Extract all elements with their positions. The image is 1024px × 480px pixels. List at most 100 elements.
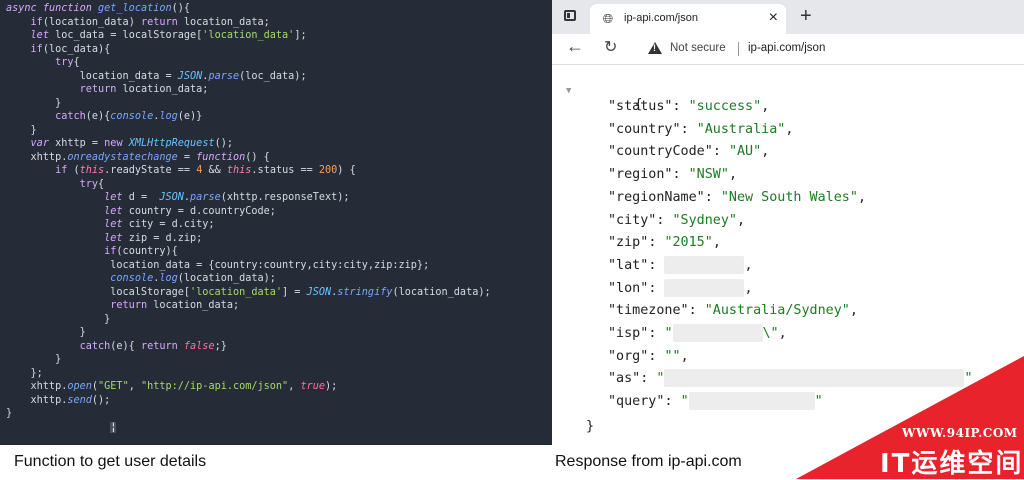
- code-token: catch: [55, 111, 86, 122]
- json-key: "city": [608, 212, 657, 228]
- code-token: true: [300, 381, 326, 392]
- code-line: var xhttp = new XMLHttpRequest();: [6, 137, 552, 151]
- code-line: xhttp.onreadystatechange = function() {: [6, 151, 552, 165]
- code-line: let loc_data = localStorage['location_da…: [6, 29, 552, 43]
- code-token: open: [67, 381, 92, 392]
- json-entry: "isp": " \",: [608, 324, 787, 342]
- browser-tab[interactable]: 🌐︎ ip-api.com/json ×: [590, 4, 786, 34]
- globe-icon: 🌐︎: [602, 11, 614, 26]
- json-key: "countryCode": [608, 144, 713, 160]
- code-token: let: [30, 30, 56, 41]
- close-tab-icon[interactable]: ×: [769, 9, 778, 27]
- code-token: 200: [318, 165, 338, 176]
- json-key: "status": [608, 99, 673, 114]
- code-token: console: [110, 273, 154, 284]
- code-token: get_location: [98, 3, 172, 14]
- code-token: }: [6, 354, 62, 365]
- code-editor-panel: async function get_location(){ if (locati…: [0, 0, 552, 445]
- warning-icon[interactable]: [648, 42, 662, 54]
- not-secure-label[interactable]: Not secure: [670, 42, 726, 54]
- json-key: "org": [608, 348, 649, 364]
- code-line: if(country){: [6, 245, 552, 259]
- code-line: return location_data;: [6, 83, 552, 97]
- redacted-value: [664, 255, 745, 274]
- watermark-url: WWW.94IP.COM: [902, 426, 1018, 440]
- code-token: }: [6, 124, 37, 136]
- code-line: localStorage['location_data'] = JSON.str…: [6, 286, 552, 300]
- json-value: "AU": [728, 144, 762, 160]
- code-line: console.log(location_data);: [6, 272, 552, 286]
- code-token: {: [98, 178, 105, 190]
- code-token: &&: [202, 165, 227, 176]
- code-token: (location_data);: [177, 273, 276, 284]
- code-token: xhttp.: [6, 394, 68, 406]
- json-entry: "org": "",: [608, 348, 689, 364]
- json-value: "Sydney": [672, 212, 738, 228]
- code-token: ] =: [282, 286, 307, 298]
- code-token: catch: [79, 340, 111, 352]
- address-divider: [738, 42, 739, 56]
- code-token: log: [159, 273, 178, 284]
- tab-bar: 🌐︎ ip-api.com/json × +: [552, 0, 1024, 34]
- code-token: location_data;: [183, 16, 270, 28]
- url-text[interactable]: ip-api.com/json: [748, 42, 825, 54]
- json-entry: "query": " ": [608, 392, 823, 411]
- code-line: async function get_location(){: [6, 2, 552, 16]
- code-token: (loc_data){: [42, 43, 111, 55]
- code-token: d =: [128, 192, 160, 203]
- code-token: ();: [91, 394, 111, 406]
- address-bar[interactable]: Not secure ip-api.com/json: [648, 38, 1018, 60]
- code-line: }: [6, 97, 552, 111]
- code-token: country = d.countryCode;: [128, 205, 276, 217]
- code-token: xhttp.: [6, 151, 68, 163]
- json-comma: ,: [761, 144, 770, 160]
- code-token: );: [325, 381, 338, 392]
- back-button[interactable]: ←: [566, 36, 584, 57]
- code-token: this: [226, 165, 252, 176]
- code-token: log: [159, 111, 178, 122]
- json-value-quote: ": [656, 371, 665, 387]
- code-token: =: [177, 151, 197, 163]
- redacted-value: [664, 278, 745, 297]
- code-token: ];: [294, 30, 307, 41]
- code-token: "GET": [98, 381, 129, 392]
- code-token: (e){: [85, 111, 111, 122]
- code-token: JSON: [306, 286, 332, 298]
- code-line: try{: [6, 178, 552, 192]
- code-token: if: [104, 246, 117, 257]
- json-comma: ,: [680, 348, 689, 364]
- json-value: "": [664, 348, 681, 364]
- new-tab-button[interactable]: +: [800, 5, 812, 27]
- json-entry: "city": "Sydney",: [608, 212, 746, 228]
- json-value: "2015": [664, 235, 713, 251]
- json-open-line: ▼{: [566, 75, 642, 112]
- collapse-toggle-icon[interactable]: ▼: [566, 81, 571, 101]
- code-token: JSON: [177, 70, 203, 82]
- code-token: .status ==: [251, 165, 319, 176]
- code-token: new: [104, 138, 129, 149]
- reload-button[interactable]: ↻: [604, 37, 617, 57]
- code-line: let zip = d.zip;: [6, 232, 552, 246]
- json-value: "Australia/Sydney": [704, 303, 850, 319]
- code-line: let country = d.countryCode;: [6, 205, 552, 219]
- json-entry: "status": "success",: [608, 99, 770, 114]
- json-comma: ,: [712, 235, 721, 251]
- code-token: localStorage[: [6, 286, 191, 298]
- json-value-quote: ": [680, 394, 689, 410]
- code-token: parse: [190, 192, 221, 203]
- code-token: (loc_data);: [239, 70, 307, 82]
- code-token: return: [79, 84, 123, 95]
- code-token: "http://ip-api.com/json": [140, 381, 289, 392]
- json-key: "isp": [608, 326, 649, 341]
- json-key: "region": [608, 167, 673, 183]
- code-token: console: [110, 111, 154, 122]
- json-key: "country": [608, 121, 681, 137]
- code-token: function: [42, 3, 99, 14]
- tab-switcher-icon[interactable]: [564, 10, 576, 21]
- code-token: try: [55, 57, 74, 68]
